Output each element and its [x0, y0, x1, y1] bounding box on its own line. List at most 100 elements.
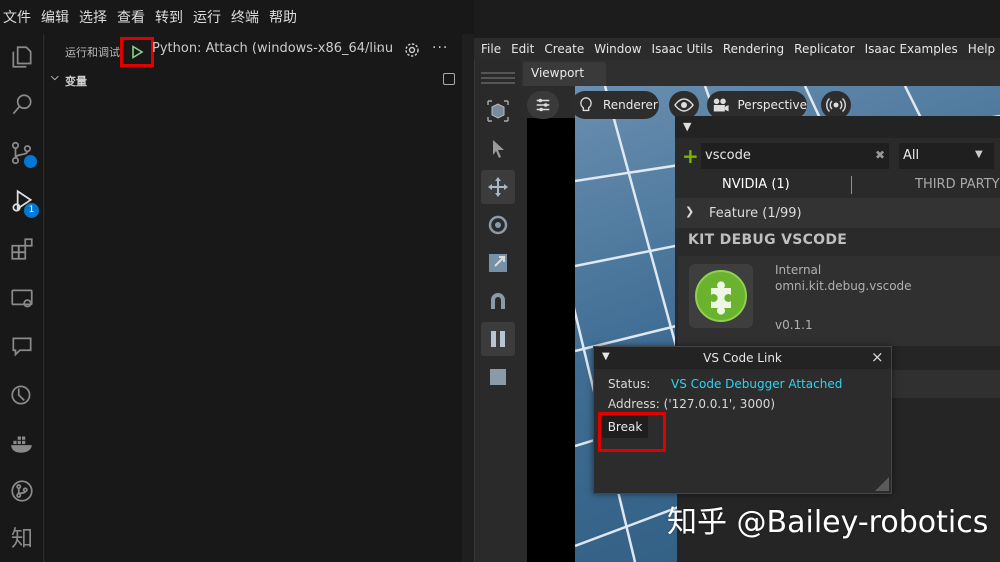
- testing-icon[interactable]: [7, 380, 37, 410]
- viewport-settings-icon[interactable]: [527, 91, 559, 119]
- rotate-tool-icon[interactable]: [481, 208, 515, 242]
- renderer-label: Renderer: [603, 98, 658, 112]
- select-mode-icon[interactable]: [481, 94, 515, 128]
- feature-section-label: Feature (1/99): [709, 206, 802, 221]
- chevron-down-icon: ❯: [685, 205, 695, 218]
- extension-title: KIT DEBUG VSCODE: [688, 232, 848, 248]
- chevron-down-icon[interactable]: ⌵: [376, 42, 384, 56]
- run-debug-header: 运行和调试 Python: Attach (windows-x86_64/lin…: [45, 34, 462, 68]
- isaac-menubar: File Edit Create Window Isaac Utils Rend…: [474, 38, 1000, 60]
- isaac-menu-rendering[interactable]: Rendering: [716, 42, 787, 56]
- vscode-link-dialog: ▼ VS Code Link × Status: VS Code Debugge…: [593, 346, 892, 494]
- camera-button[interactable]: Perspective: [707, 91, 807, 119]
- menu-go[interactable]: 转到: [152, 7, 190, 27]
- extension-card[interactable]: Internal omni.kit.debug.vscode v0.1.1: [678, 256, 1000, 346]
- isaac-menu-file[interactable]: File: [474, 42, 504, 56]
- isaac-menu-help[interactable]: Help: [961, 42, 998, 56]
- snap-magnet-icon[interactable]: [481, 284, 515, 318]
- renderer-button[interactable]: Renderer: [571, 91, 659, 119]
- status-label: Status:: [608, 377, 651, 391]
- isaac-left-toolbar: [475, 60, 521, 562]
- isaac-menu-edit[interactable]: Edit: [504, 42, 537, 56]
- extension-manager: ▼ + vscode ✖ All ▼ NVIDIA (1) THIRD PART…: [675, 116, 1000, 346]
- launch-config-select[interactable]: Python: Attach (windows-x86_64/linu: [152, 41, 402, 61]
- collapse-triangle-icon[interactable]: ▼: [683, 120, 691, 133]
- extension-category: Internal: [775, 263, 822, 277]
- lightbulb-icon: [580, 97, 592, 112]
- extension-version: v0.1.1: [775, 318, 813, 332]
- toolbar-grip: [481, 72, 515, 87]
- chevron-down-icon: ⌵: [51, 72, 59, 83]
- menu-file[interactable]: 文件: [0, 7, 38, 27]
- move-tool-icon[interactable]: [481, 170, 515, 204]
- docker-icon[interactable]: [7, 428, 37, 458]
- close-icon[interactable]: ×: [871, 348, 884, 366]
- collapse-all-icon[interactable]: [443, 73, 455, 85]
- run-debug-title: 运行和调试: [65, 46, 120, 59]
- variables-label: 变量: [65, 75, 87, 88]
- debug-badge: 1: [24, 203, 39, 218]
- more-actions-icon[interactable]: ···: [432, 40, 448, 56]
- camera-label: Perspective: [737, 98, 808, 112]
- zhihu-icon[interactable]: 知: [7, 522, 37, 552]
- menu-edit[interactable]: 编辑: [38, 7, 76, 27]
- run-debug-icon[interactable]: 1: [7, 186, 39, 218]
- menu-view[interactable]: 查看: [114, 7, 152, 27]
- feature-section-header[interactable]: ❯ Feature (1/99): [675, 198, 1000, 228]
- stop-icon[interactable]: [481, 360, 515, 394]
- debug-sidebar: [45, 34, 462, 562]
- menu-help[interactable]: 帮助: [266, 7, 304, 27]
- select-arrow-icon[interactable]: [481, 132, 515, 166]
- camera-icon: [713, 98, 729, 112]
- vscode-menubar: 文件 编辑 选择 查看 转到 运行 终端 帮助: [0, 0, 474, 34]
- menu-terminal[interactable]: 终端: [228, 7, 266, 27]
- search-icon[interactable]: [7, 90, 37, 120]
- add-extension-icon[interactable]: +: [682, 144, 699, 168]
- dropdown-arrow-icon: ▼: [975, 149, 983, 160]
- extension-search-input[interactable]: vscode: [701, 143, 889, 169]
- extension-id: omni.kit.debug.vscode: [775, 279, 912, 293]
- scale-tool-icon[interactable]: [481, 246, 515, 280]
- variables-section[interactable]: ⌵ 变量: [45, 70, 462, 90]
- viewport-tabbar: Viewport: [521, 60, 1000, 86]
- gear-icon[interactable]: [404, 42, 420, 58]
- tab-nvidia[interactable]: NVIDIA (1): [722, 177, 790, 192]
- comments-icon[interactable]: [7, 332, 37, 362]
- tab-viewport[interactable]: Viewport: [523, 62, 606, 86]
- status-value: VS Code Debugger Attached: [671, 377, 843, 391]
- address-text: Address: ('127.0.0.1', 3000): [608, 397, 776, 411]
- dialog-title: VS Code Link: [703, 351, 782, 365]
- isaac-menu-isaac-examples[interactable]: Isaac Examples: [858, 42, 961, 56]
- tab-separator: [851, 176, 852, 194]
- remote-explorer-icon[interactable]: [7, 284, 37, 314]
- eye-icon[interactable]: [669, 91, 699, 119]
- menu-run[interactable]: 运行: [190, 7, 228, 27]
- tab-third-party[interactable]: THIRD PARTY: [915, 177, 1000, 192]
- dialog-titlebar[interactable]: ▼ VS Code Link ×: [594, 347, 891, 369]
- source-control-icon[interactable]: [7, 138, 37, 168]
- details-bar: [885, 370, 1000, 398]
- extension-search-row: + vscode ✖ All ▼: [675, 140, 1000, 174]
- extension-tabs: NVIDIA (1) THIRD PARTY: [675, 174, 1000, 198]
- resize-grip[interactable]: [875, 477, 889, 491]
- isaac-titlebar: [474, 0, 1000, 38]
- watermark: 知乎 @Bailey-robotics: [667, 505, 989, 540]
- menu-selection[interactable]: 选择: [76, 7, 114, 27]
- isaac-menu-isaac-utils[interactable]: Isaac Utils: [645, 42, 716, 56]
- extensions-icon[interactable]: [7, 234, 37, 264]
- isaac-menu-replicator[interactable]: Replicator: [787, 42, 857, 56]
- break-button[interactable]: Break: [602, 416, 648, 438]
- editor-area: [462, 34, 474, 562]
- extension-manager-titlebar: ▼: [675, 116, 1000, 138]
- puzzle-piece-icon: [689, 264, 753, 328]
- isaac-menu-window[interactable]: Window: [587, 42, 644, 56]
- explorer-icon[interactable]: [7, 42, 37, 72]
- clear-search-icon[interactable]: ✖: [875, 148, 885, 162]
- start-debugging-button[interactable]: [120, 37, 154, 67]
- git-graph-icon[interactable]: [7, 476, 37, 506]
- activity-bar: 1 知: [0, 34, 44, 562]
- pause-icon[interactable]: [481, 322, 515, 356]
- broadcast-icon[interactable]: [821, 91, 851, 119]
- play-icon: [132, 45, 144, 59]
- isaac-menu-create[interactable]: Create: [537, 42, 587, 56]
